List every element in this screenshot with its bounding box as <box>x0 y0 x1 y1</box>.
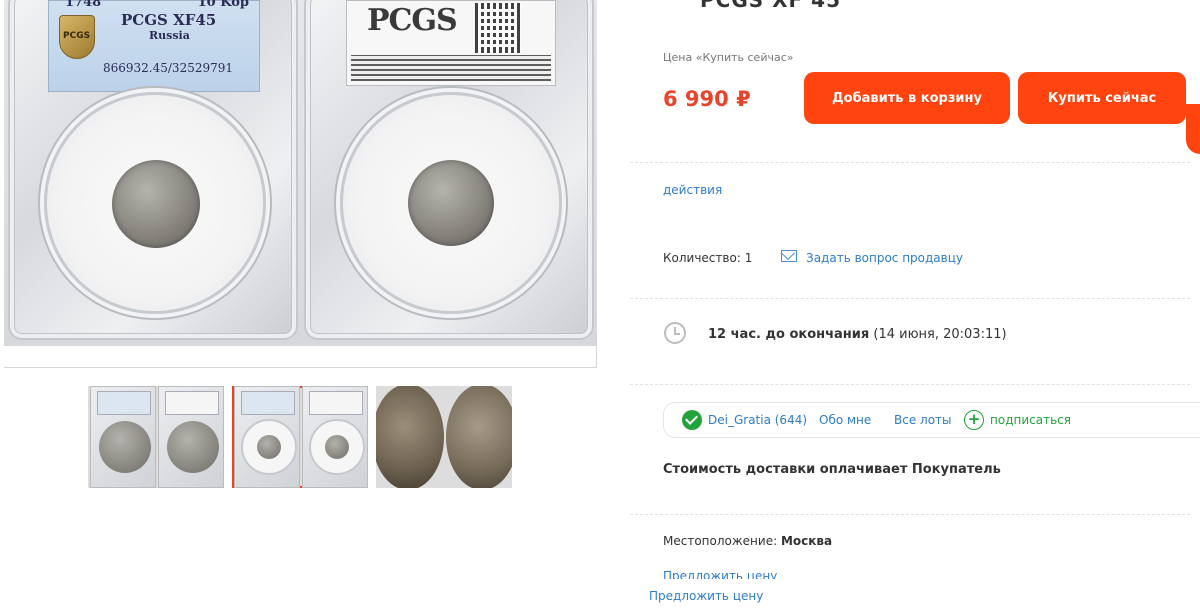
label-cert-number: 866932.45/32529791 <box>103 61 234 75</box>
about-seller-link[interactable]: Обо мне <box>819 413 871 427</box>
thumbnail-3[interactable] <box>376 386 512 488</box>
thumb-ring <box>241 419 297 475</box>
thumb-label <box>165 391 219 415</box>
quantity-value: 1 <box>744 251 753 265</box>
divider <box>630 162 1190 163</box>
thumbnail-2-selected[interactable] <box>232 386 368 488</box>
slab-label-obverse: 1748 10 Kop PCGS PCGS XF45 Russia 866932… <box>48 0 260 92</box>
time-left-remaining: 12 час. до окончания <box>708 327 870 342</box>
label-year: 1748 <box>65 0 102 10</box>
coin-obverse <box>112 160 200 248</box>
envelope-icon[interactable] <box>781 250 797 262</box>
ask-seller-link[interactable]: Задать вопрос продавцу <box>806 251 963 265</box>
divider <box>630 384 1190 385</box>
label-country: Russia <box>149 29 190 42</box>
label-grade: PCGS XF45 <box>121 11 217 29</box>
thumb-slab <box>90 386 156 488</box>
divider <box>630 514 1190 515</box>
pcgs-shield-icon: PCGS <box>59 15 95 59</box>
time-left-end: (14 июня, 20:03:11) <box>873 327 1007 342</box>
thumb-coin <box>325 435 349 459</box>
thumb-slab <box>234 386 300 488</box>
quantity: Количество: 1 <box>663 251 752 265</box>
thumb-slab <box>302 386 368 488</box>
add-to-cart-button[interactable]: Добавить в корзину <box>804 72 1010 124</box>
plus-icon[interactable]: + <box>964 410 984 430</box>
thumb-label <box>241 391 295 415</box>
coin-slab-image: 1748 10 Kop PCGS PCGS XF45 Russia 866932… <box>4 0 597 346</box>
divider <box>630 298 1190 299</box>
thumb-coin-closeup-obverse <box>376 386 444 488</box>
thumb-label <box>309 391 363 415</box>
clock-icon <box>664 322 686 344</box>
verified-check-icon <box>682 410 702 430</box>
thumb-ring <box>309 419 365 475</box>
listing-page: 1748 10 Kop PCGS PCGS XF45 Russia 866932… <box>0 0 1200 612</box>
buy-now-button[interactable]: Купить сейчас <box>1018 72 1186 124</box>
location-label: Местоположение: <box>663 534 778 548</box>
offer-price-floating-link[interactable]: Предложить цену <box>649 589 763 603</box>
thumbnail-strip <box>88 386 518 490</box>
thumb-coin <box>257 435 281 459</box>
thumb-coin <box>167 421 219 473</box>
shipping-info: Стоимость доставки оплачивает Покупатель <box>663 462 1001 477</box>
purchase-panel: PCGS XF 45 Цена «Купить сейчас» 6 990 ₽ … <box>630 0 1200 612</box>
quantity-label: Количество: <box>663 251 741 265</box>
side-tab[interactable] <box>1186 104 1200 154</box>
thumb-coin <box>99 421 151 473</box>
thumb-label <box>97 391 151 415</box>
price-caption: Цена «Купить сейчас» <box>663 51 794 64</box>
main-photo[interactable]: 1748 10 Kop PCGS PCGS XF45 Russia 866932… <box>4 0 597 368</box>
location: Местоположение: Москва <box>663 534 832 548</box>
all-lots-link[interactable]: Все лоты <box>894 413 952 427</box>
subscribe-link[interactable]: подписаться <box>990 413 1071 427</box>
thumb-slab <box>158 386 224 488</box>
coin-reverse <box>408 160 494 246</box>
location-value: Москва <box>780 534 833 548</box>
security-strip <box>351 55 551 81</box>
thumbnail-1[interactable] <box>88 386 224 488</box>
slab-label-reverse: PCGS <box>346 0 556 86</box>
offer-price-link[interactable]: Предложить цену <box>663 569 777 579</box>
pcgs-logo: PCGS <box>367 3 458 38</box>
product-title: PCGS XF 45 <box>700 0 841 12</box>
thumb-coin-closeup-reverse <box>446 386 512 488</box>
shield-text: PCGS <box>63 31 91 41</box>
time-left: 12 час. до окончания (14 июня, 20:03:11) <box>708 327 1007 342</box>
qr-code-icon <box>475 3 521 53</box>
price: 6 990 ₽ <box>663 87 751 111</box>
label-denomination: 10 Kop <box>197 0 249 10</box>
seller-box: Dei_Gratia (644) Обо мне Все лоты + подп… <box>663 402 1200 438</box>
seller-name-link[interactable]: Dei_Gratia (644) <box>708 413 807 427</box>
actions-link[interactable]: действия <box>663 183 722 197</box>
